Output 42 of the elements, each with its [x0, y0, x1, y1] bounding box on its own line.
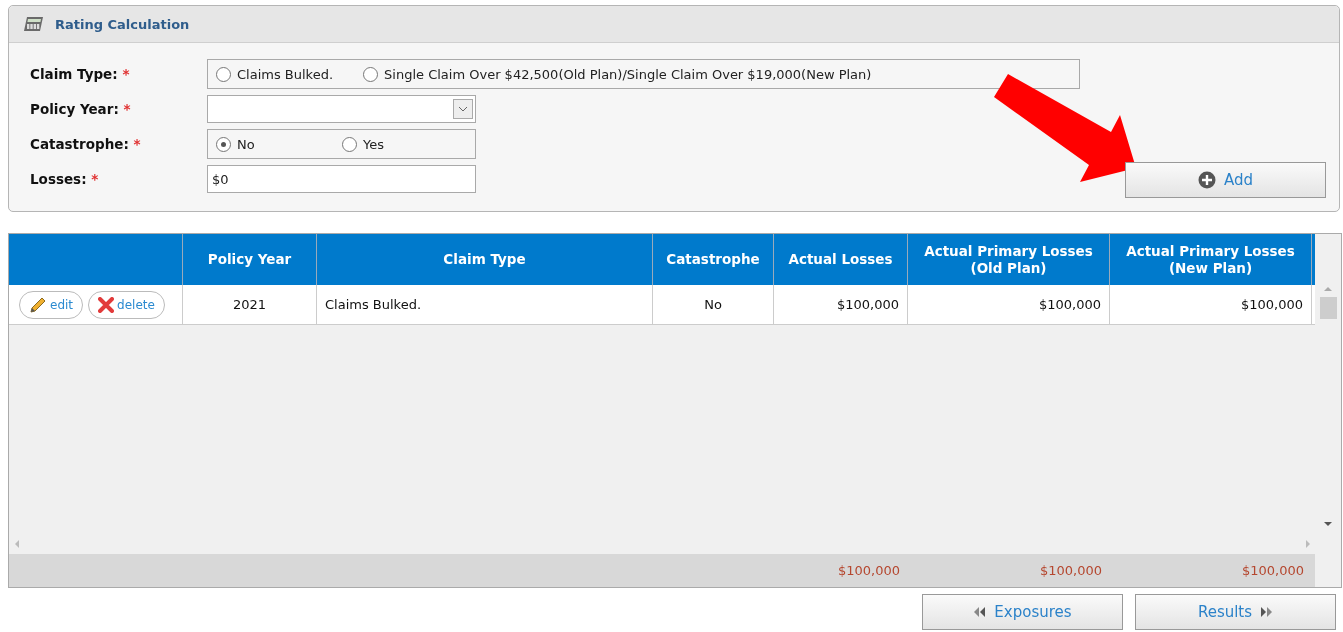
dropdown-field[interactable] [207, 95, 476, 123]
scroll-down-icon[interactable] [1323, 520, 1333, 528]
field-label: Claim Type: * [30, 66, 131, 82]
radio-button[interactable] [216, 136, 231, 152]
table-cell: $100,000 [908, 285, 1110, 324]
table-cell: $100,000 [1110, 285, 1312, 324]
grid-row[interactable]: edit delete 2021 Claims Bulked. No $100,000 $100,000 $100,000 [9, 285, 1315, 325]
field-label: Policy Year: * [30, 101, 132, 117]
total-value: $100,000 [1038, 562, 1103, 580]
pencil-icon [29, 295, 47, 314]
dropdown-caret-icon [453, 99, 473, 119]
double-right-arrow-icon [1260, 606, 1274, 618]
total-value: $100,000 [836, 562, 901, 580]
table-cell: Claims Bulked. [317, 285, 653, 324]
double-left-arrow-icon [973, 606, 987, 618]
scroll-up-icon[interactable] [1323, 285, 1333, 293]
table-cell: $100,000 [774, 285, 908, 324]
radio-button[interactable] [216, 66, 231, 82]
scroll-left-icon[interactable] [14, 539, 20, 549]
input-field[interactable]: $0 [207, 165, 476, 193]
cross-icon [98, 296, 115, 313]
table-cell: 2021 [183, 285, 317, 324]
scroll-right-icon[interactable] [1305, 539, 1311, 549]
add-button[interactable]: Add [1125, 162, 1326, 198]
radio-option[interactable]: Single Claim Over $42,500(Old Plan)/Single Claim Over $19,000(New Plan) [363, 66, 872, 82]
next-button[interactable]: Results [1135, 594, 1336, 630]
calculator-icon [23, 16, 45, 32]
table-cell: No [653, 285, 774, 324]
panel-title: Rating Calculation [55, 16, 190, 32]
field-label: Losses: * [30, 171, 100, 187]
field-label: Catastrophe: * [30, 136, 142, 152]
radio-option[interactable]: No [216, 136, 312, 152]
plus-icon [1197, 171, 1216, 189]
delete-button[interactable]: delete [88, 290, 165, 319]
radio-option[interactable]: Claims Bulked. [216, 66, 334, 82]
back-button[interactable]: Exposures [922, 594, 1123, 630]
radio-button[interactable] [363, 66, 379, 82]
radio-button[interactable] [342, 136, 357, 152]
scrollbar-thumb[interactable] [1319, 297, 1337, 319]
edit-button[interactable]: edit [19, 290, 84, 319]
total-value: $100,000 [1240, 562, 1305, 580]
radio-option[interactable]: Yes [342, 136, 384, 152]
